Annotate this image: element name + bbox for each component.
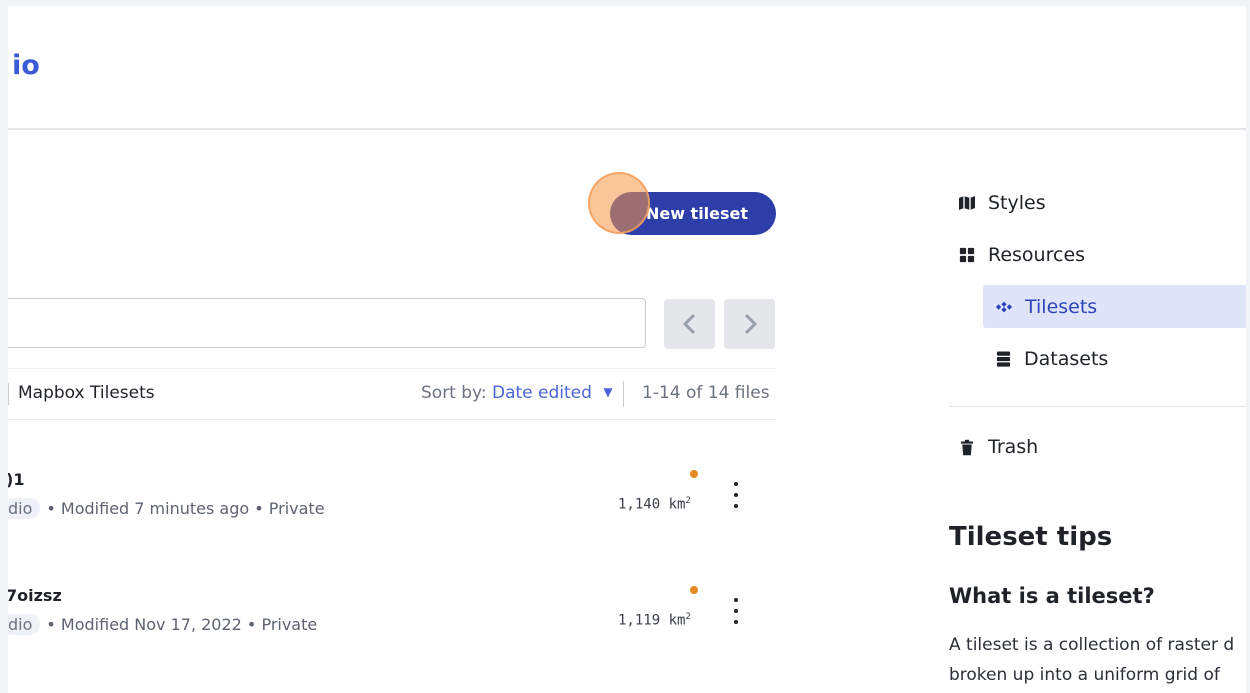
sidebar-item-tilesets[interactable]: Tilesets: [983, 285, 1246, 328]
sidebar-item-label: Trash: [988, 436, 1039, 458]
owner-chip: dio: [8, 614, 41, 635]
database-icon: [994, 350, 1012, 368]
status-dot-icon: [690, 470, 698, 478]
trash-icon: [958, 438, 976, 456]
new-tileset-label: New tileset: [645, 204, 749, 223]
tips-subtitle: What is a tileset?: [949, 584, 1155, 608]
prev-page-button[interactable]: [664, 299, 715, 349]
tips-body: A tileset is a collection of raster d br…: [949, 630, 1246, 690]
tileset-name[interactable]: )1: [8, 470, 24, 489]
sidebar-item-styles[interactable]: Styles: [958, 192, 1046, 214]
more-options-icon[interactable]: [728, 482, 744, 508]
owner-chip: dio: [8, 498, 41, 519]
sort-value[interactable]: Date edited: [492, 383, 592, 403]
map-icon: [958, 194, 976, 212]
sort-control[interactable]: Sort by: Date edited ▼: [421, 383, 613, 403]
sidebar-item-label: Tilesets: [1025, 295, 1098, 318]
tileset-meta-text: • Modified 7 minutes ago • Private: [46, 499, 325, 518]
sidebar-item-datasets[interactable]: Datasets: [994, 348, 1108, 370]
sidebar-item-label: Datasets: [1024, 348, 1109, 370]
sort-prefix: Sort by:: [421, 383, 487, 403]
tileset-meta: dio • Modified Nov 17, 2022 • Private: [8, 614, 317, 635]
sidebar-item-label: Styles: [988, 192, 1046, 214]
divider: [623, 381, 624, 407]
tips-title: Tileset tips: [949, 522, 1113, 552]
tileset-area: 1,140 km2: [618, 496, 691, 513]
chevron-left-icon: [682, 313, 695, 335]
tileset-area: 1,119 km2: [618, 612, 691, 629]
click-indicator: [588, 172, 650, 234]
sidebar-item-trash[interactable]: Trash: [958, 436, 1038, 458]
tileset-meta-text: • Modified Nov 17, 2022 • Private: [46, 615, 318, 634]
tileset-name[interactable]: 7oizsz: [8, 586, 62, 605]
tips-line: A tileset is a collection of raster d: [949, 635, 1235, 655]
divider: [949, 406, 1246, 407]
page: io New tileset Mapbox Tilesets Sort by: …: [8, 6, 1246, 693]
tips-line: broken up into a uniform grid of: [949, 665, 1220, 685]
sidebar-item-label: Resources: [988, 244, 1086, 266]
caret-down-icon: ▼: [603, 385, 613, 399]
brand-title[interactable]: io: [12, 50, 40, 81]
tab-mapbox-tilesets[interactable]: Mapbox Tilesets: [18, 383, 155, 403]
tileset-icon: [995, 298, 1013, 316]
chevron-right-icon: [744, 313, 757, 335]
next-page-button[interactable]: [724, 299, 775, 349]
sidebar-item-resources[interactable]: Resources: [958, 244, 1085, 266]
filter-bar: Mapbox Tilesets Sort by: Date edited ▼ 1…: [8, 368, 776, 420]
tileset-row[interactable]: )1 dio • Modified 7 minutes ago • Privat…: [8, 466, 778, 536]
status-dot-icon: [690, 586, 698, 594]
grid-icon: [958, 246, 976, 264]
divider: [8, 383, 9, 405]
tileset-meta: dio • Modified 7 minutes ago • Private: [8, 498, 325, 519]
file-count: 1-14 of 14 files: [642, 383, 770, 403]
header: io: [8, 6, 1246, 130]
search-input[interactable]: [8, 298, 646, 348]
tileset-row[interactable]: 7oizsz dio • Modified Nov 17, 2022 • Pri…: [8, 582, 778, 652]
more-options-icon[interactable]: [728, 598, 744, 624]
